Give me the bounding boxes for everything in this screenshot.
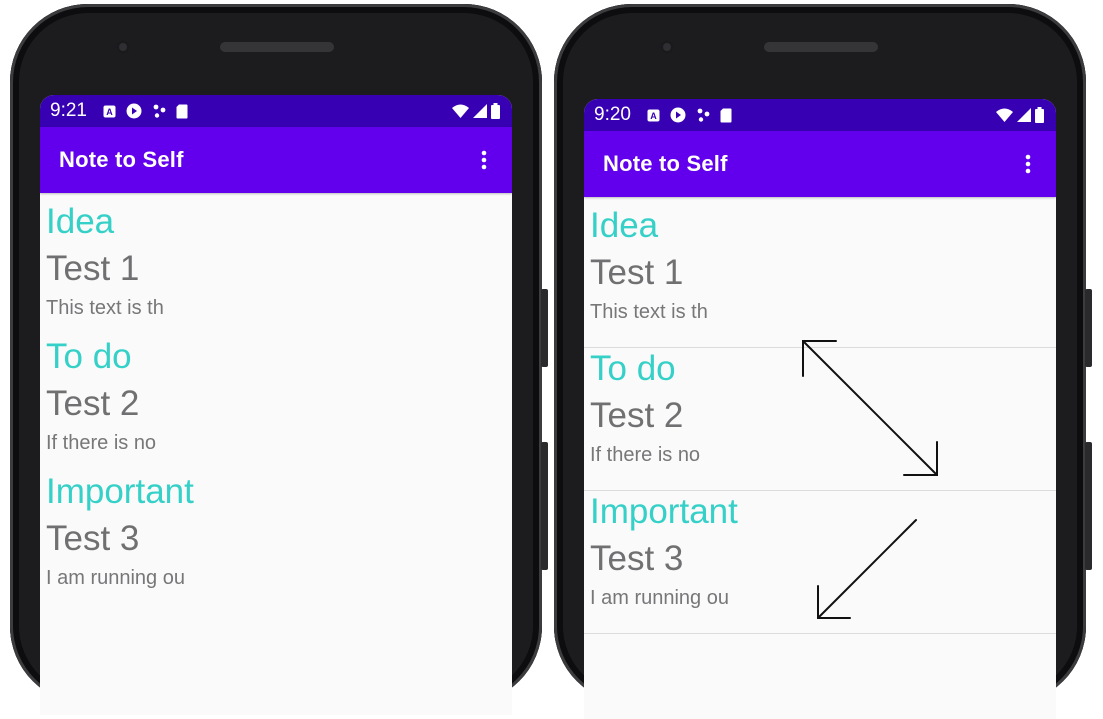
list-item[interactable]: Important Test 3 I am running ou (584, 483, 1056, 634)
overflow-menu-icon[interactable] (474, 140, 494, 180)
overflow-menu-icon[interactable] (1018, 144, 1038, 184)
play-store-icon (670, 107, 686, 123)
note-title: Test 2 (590, 396, 684, 435)
app-bar: Note to Self (40, 127, 512, 193)
battery-icon (1035, 107, 1044, 123)
svg-text:A: A (650, 111, 657, 121)
battery-icon (491, 103, 500, 119)
note-description: If there is no (46, 432, 157, 454)
status-bar: 9:21 A (40, 95, 512, 127)
list-item[interactable]: To do Test 2 If there is no (584, 340, 1056, 491)
note-title: Test 1 (590, 253, 684, 292)
note-type: To do (590, 349, 676, 388)
note-title: Test 3 (46, 519, 140, 558)
sd-card-icon (176, 104, 188, 119)
play-store-icon (126, 103, 142, 119)
status-bar: 9:20 A (584, 99, 1056, 131)
power-button (1085, 442, 1092, 570)
wifi-icon (996, 108, 1013, 122)
note-description: This text is th (590, 301, 708, 323)
note-type: Important (590, 492, 738, 531)
screen: 9:21 A Note to Self Idea Test 1 This tex… (40, 95, 512, 715)
list-item[interactable]: Idea Test 1 This text is th (40, 193, 512, 328)
signal-icon (1017, 108, 1031, 122)
share-dots-icon (152, 104, 166, 118)
a-notification-icon: A (647, 109, 660, 122)
phone-left: 9:21 A Note to Self Idea Test 1 This tex… (10, 4, 548, 715)
wifi-icon (452, 104, 469, 118)
note-type: To do (46, 337, 132, 376)
front-camera-icon (116, 40, 130, 54)
svg-text:A: A (106, 107, 113, 117)
volume-button (1085, 289, 1092, 367)
list-item[interactable]: To do Test 2 If there is no (40, 328, 512, 463)
app-title: Note to Self (603, 151, 728, 176)
app-bar: Note to Self (584, 131, 1056, 197)
share-dots-icon (696, 108, 710, 122)
note-title: Test 2 (46, 384, 140, 423)
list-item[interactable]: Important Test 3 I am running ou (40, 463, 512, 598)
phone-right: 9:20 A Note to Self Idea Test 1 This tex… (554, 4, 1092, 719)
note-description: If there is no (590, 444, 701, 466)
signal-icon (473, 104, 487, 118)
sd-card-icon (720, 108, 732, 123)
volume-button (541, 289, 548, 367)
power-button (541, 442, 548, 570)
front-camera-icon (660, 40, 674, 54)
earpiece-speaker (220, 42, 334, 52)
status-time: 9:20 (594, 104, 631, 125)
note-type: Important (46, 472, 194, 511)
status-time: 9:21 (50, 100, 87, 121)
note-title: Test 3 (590, 539, 684, 578)
note-list: Idea Test 1 This text is th To do Test 2… (584, 197, 1056, 634)
note-description: I am running ou (590, 587, 729, 609)
note-description: I am running ou (46, 567, 185, 589)
earpiece-speaker (764, 42, 878, 52)
app-title: Note to Self (59, 147, 184, 172)
note-description: This text is th (46, 297, 164, 319)
a-notification-icon: A (103, 105, 116, 118)
note-title: Test 1 (46, 249, 140, 288)
screen: 9:20 A Note to Self Idea Test 1 This tex… (584, 99, 1056, 719)
note-type: Idea (46, 202, 115, 241)
note-type: Idea (590, 206, 659, 245)
list-item[interactable]: Idea Test 1 This text is th (584, 197, 1056, 348)
note-list: Idea Test 1 This text is th To do Test 2… (40, 193, 512, 598)
